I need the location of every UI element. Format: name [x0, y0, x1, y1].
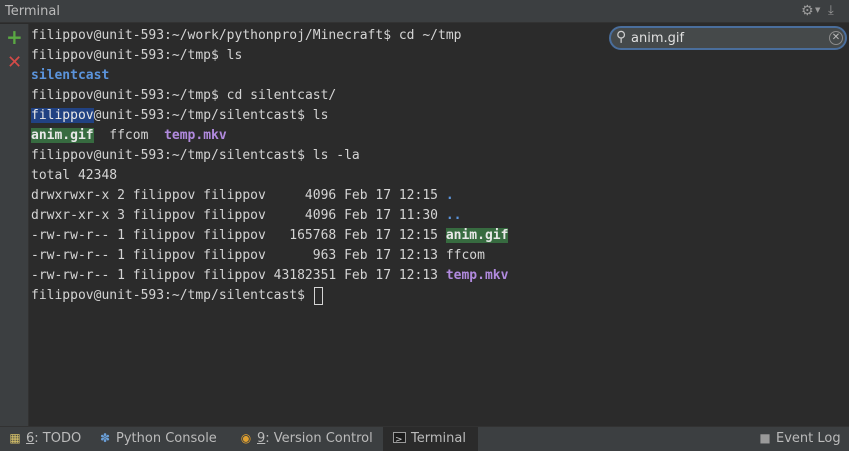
- command: ls: [312, 108, 329, 123]
- terminal-line: filippov@unit-593:~/tmp/silentcast$ ls: [31, 106, 328, 126]
- tab-label: : TODO: [34, 431, 82, 446]
- file-entry-match: anim.gif: [445, 228, 509, 243]
- tab-terminal[interactable]: Terminal: [383, 427, 478, 451]
- directory-entry: ..: [445, 208, 462, 223]
- search-box: ⚲ ✕: [609, 26, 847, 50]
- output-text: total 42348: [31, 168, 118, 183]
- prompt: filippov@unit-593:~/tmp$: [31, 88, 227, 103]
- listing-meta: -rw-rw-r-- 1 filippov filippov 43182351 …: [31, 268, 446, 283]
- listing-meta: -rw-rw-r-- 1 filippov filippov 165768 Fe…: [31, 228, 446, 243]
- tab-label: : Version Control: [265, 431, 373, 446]
- prompt: filippov@unit-593:~/tmp/silentcast$: [31, 288, 313, 303]
- tab-python-console[interactable]: ✽ Python Console: [98, 427, 217, 451]
- gear-icon[interactable]: ⚙: [801, 3, 814, 19]
- terminal-line: anim.gif ffcom temp.mkv: [31, 126, 227, 146]
- search-icon[interactable]: ⚲: [616, 29, 626, 45]
- terminal-line: drwxr-xr-x 3 filippov filippov 4096 Feb …: [31, 206, 461, 226]
- terminal-side-toolbar: + ✕: [0, 24, 29, 426]
- plus-icon[interactable]: +: [6, 27, 23, 47]
- file-entry-video: temp.mkv: [445, 268, 509, 283]
- file-entry: ffcom: [445, 248, 485, 263]
- prompt: filippov@unit-593:~/tmp/silentcast$: [31, 148, 313, 163]
- tool-window-title: Terminal: [5, 4, 60, 19]
- text-cursor: [313, 286, 323, 305]
- terminal-line: filippov@unit-593:~/tmp$ ls: [31, 46, 242, 66]
- directory-entry: silentcast: [31, 68, 110, 83]
- selected-text: filippov: [31, 108, 94, 123]
- terminal-line: filippov@unit-593:~/tmp/silentcast$ ls -…: [31, 146, 360, 166]
- tab-label: Python Console: [116, 431, 217, 446]
- close-icon[interactable]: ✕: [7, 53, 22, 73]
- terminal-icon: [393, 429, 406, 451]
- listing-meta: drwxrwxr-x 2 filippov filippov 4096 Feb …: [31, 188, 446, 203]
- version-control-icon: ◉: [240, 431, 252, 445]
- clear-search-icon[interactable]: ✕: [829, 31, 843, 45]
- terminal-line: drwxrwxr-x 2 filippov filippov 4096 Feb …: [31, 186, 454, 206]
- listing-meta: drwxr-xr-x 3 filippov filippov 4096 Feb …: [31, 208, 446, 223]
- terminal-line: -rw-rw-r-- 1 filippov filippov 963 Feb 1…: [31, 246, 485, 266]
- hide-panel-icon[interactable]: ⤓: [828, 3, 834, 18]
- command: ls -la: [312, 148, 360, 163]
- prompt: filippov@unit-593:~/work/pythonproj/Mine…: [31, 28, 399, 43]
- tab-version-control[interactable]: ◉ 9: Version Control: [239, 427, 373, 451]
- bottom-tool-bar: ▦ 6: TODO ✽ Python Console ◉ 9: Version Con…: [0, 426, 849, 451]
- speech-bubble-icon: ■: [759, 431, 771, 445]
- terminal-line: filippov@unit-593:~/tmp/silentcast$: [31, 286, 323, 306]
- prompt: @unit-593:~/tmp/silentcast$: [93, 108, 313, 123]
- terminal-output[interactable]: filippov@unit-593:~/work/pythonproj/Mine…: [30, 24, 849, 426]
- todo-icon: ▦: [9, 431, 21, 445]
- listing-meta: -rw-rw-r-- 1 filippov filippov 963 Feb 1…: [31, 248, 446, 263]
- command: cd ~/tmp: [398, 28, 462, 43]
- search-input[interactable]: [631, 29, 821, 47]
- terminal-line: total 42348: [31, 166, 117, 186]
- file-entry-match: anim.gif: [31, 128, 94, 143]
- directory-entry: .: [445, 188, 454, 203]
- terminal-line: silentcast: [31, 66, 109, 86]
- tool-window-header: Terminal ⚙ ▼ ⤓: [0, 0, 849, 23]
- terminal-line: -rw-rw-r-- 1 filippov filippov 43182351 …: [31, 266, 508, 286]
- tab-todo[interactable]: ▦ 6: TODO: [8, 427, 81, 451]
- command: cd silentcast/: [226, 88, 337, 103]
- tab-label: Event Log: [776, 431, 841, 446]
- file-entry-video: temp.mkv: [164, 128, 227, 143]
- terminal-line: -rw-rw-r-- 1 filippov filippov 165768 Fe…: [31, 226, 509, 246]
- python-icon: ✽: [99, 431, 111, 445]
- prompt: filippov@unit-593:~/tmp$: [31, 48, 227, 63]
- file-entry: ffcom: [109, 128, 149, 143]
- event-log-button[interactable]: ■ Event Log: [758, 427, 841, 451]
- chevron-down-icon[interactable]: ▼: [815, 6, 820, 14]
- command: ls: [226, 48, 243, 63]
- tab-label: Terminal: [411, 431, 466, 446]
- terminal-line: filippov@unit-593:~/work/pythonproj/Mine…: [31, 26, 461, 46]
- terminal-line: filippov@unit-593:~/tmp$ cd silentcast/: [31, 86, 336, 106]
